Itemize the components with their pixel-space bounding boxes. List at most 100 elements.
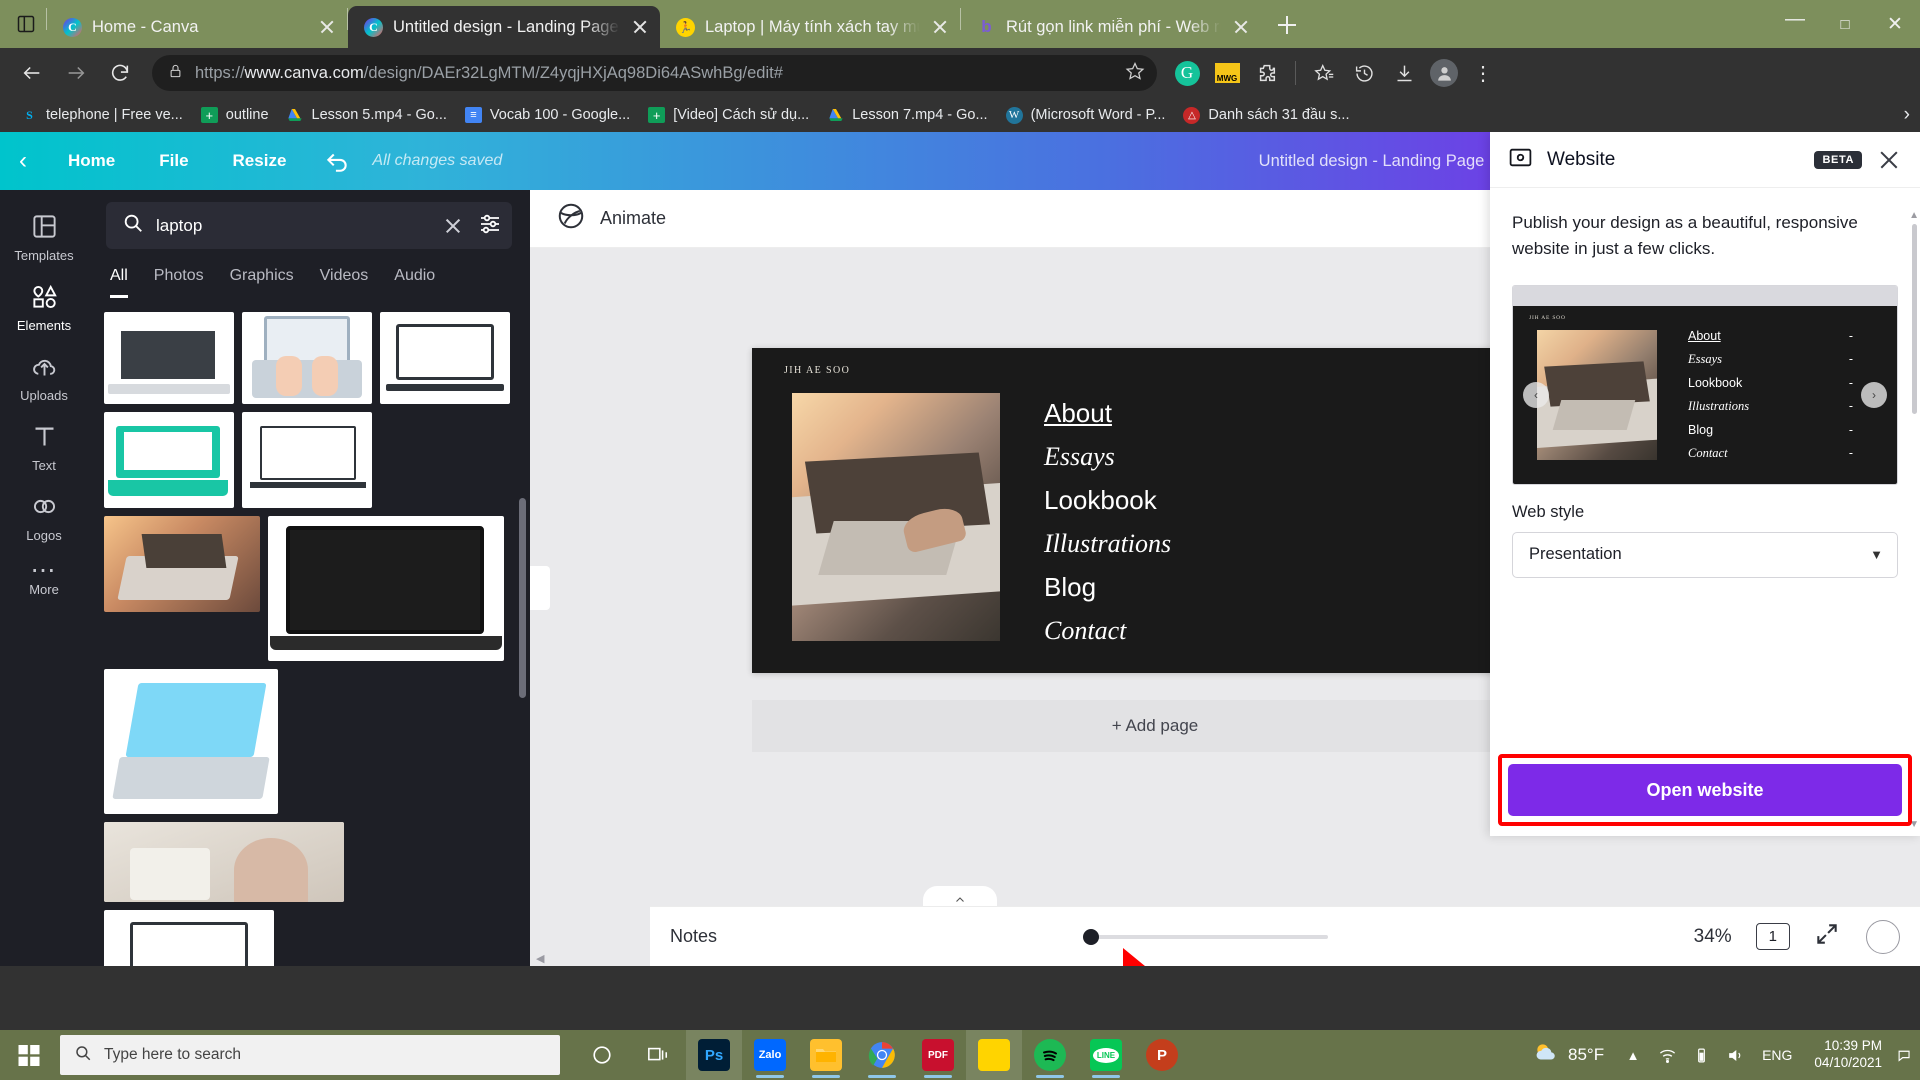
star-icon[interactable] xyxy=(1125,61,1145,86)
sidebar-item-elements[interactable]: Elements xyxy=(0,272,88,342)
cortana-icon[interactable] xyxy=(574,1030,630,1080)
bookmark-item[interactable]: S telephone | Free ve... xyxy=(12,104,192,127)
document-name[interactable]: Untitled design - Landing Page xyxy=(1259,152,1507,171)
bookmark-item[interactable]: ≡ Vocab 100 - Google... xyxy=(456,104,639,126)
tab-graphics[interactable]: Graphics xyxy=(230,267,294,298)
sidebar-item-more[interactable]: ⋯ More xyxy=(0,552,88,606)
result-thumbnail[interactable] xyxy=(242,412,372,508)
taskbar-app-sticky-notes[interactable] xyxy=(966,1030,1022,1080)
tab-photos[interactable]: Photos xyxy=(154,267,204,298)
animate-label[interactable]: Animate xyxy=(600,208,666,229)
zoom-slider-knob[interactable] xyxy=(1083,929,1099,945)
history-icon[interactable] xyxy=(1346,55,1382,91)
download-icon[interactable] xyxy=(1386,55,1422,91)
result-thumbnail[interactable] xyxy=(104,516,260,612)
address-bar[interactable]: https://www.canva.com/design/DAEr32LgMTM… xyxy=(152,55,1157,91)
page-count[interactable]: 1 xyxy=(1756,923,1790,950)
help-button[interactable]: question-mark-icon xyxy=(1866,920,1900,954)
notification-icon[interactable] xyxy=(1894,1030,1916,1080)
tab-close-icon[interactable] xyxy=(930,17,950,37)
bookmark-item[interactable]: Lesson 5.mp4 - Go... xyxy=(278,104,456,127)
fullscreen-icon[interactable] xyxy=(1814,921,1840,952)
close-window-button[interactable]: ✕ xyxy=(1870,0,1920,48)
mwg-extension-icon[interactable]: MWG xyxy=(1209,55,1245,91)
language-indicator[interactable]: ENG xyxy=(1752,1030,1802,1080)
file-menu-item[interactable]: File xyxy=(137,151,210,171)
zoom-slider-track[interactable] xyxy=(1083,935,1328,939)
weather-widget[interactable]: 85°F xyxy=(1521,1030,1616,1080)
result-thumbnail[interactable] xyxy=(268,516,504,661)
volume-icon[interactable] xyxy=(1718,1030,1752,1080)
sidebar-item-logos[interactable]: Logos xyxy=(0,482,88,552)
bookmarks-overflow-icon[interactable]: › xyxy=(1904,104,1910,126)
taskbar-app-photoshop[interactable]: Ps xyxy=(686,1030,742,1080)
chevron-left-icon[interactable]: ‹ xyxy=(0,147,46,175)
notes-expand-handle[interactable] xyxy=(923,886,997,906)
tray-expand-icon[interactable]: ▲ xyxy=(1616,1030,1650,1080)
resize-menu-item[interactable]: Resize xyxy=(211,151,309,171)
result-thumbnail[interactable] xyxy=(104,312,234,404)
sidebar-item-templates[interactable]: Templates xyxy=(0,202,88,272)
bookmark-item[interactable]: + outline xyxy=(192,104,278,126)
preview-next-button[interactable]: › xyxy=(1861,382,1887,408)
tab-videos[interactable]: Videos xyxy=(320,267,369,298)
taskbar-app-pdf[interactable]: PDF xyxy=(910,1030,966,1080)
close-icon[interactable] xyxy=(1876,147,1902,173)
taskbar-app-line[interactable]: LINE xyxy=(1078,1030,1134,1080)
tab-search-icon[interactable] xyxy=(6,0,46,48)
tab-close-icon[interactable] xyxy=(630,17,650,37)
tab-audio[interactable]: Audio xyxy=(394,267,435,298)
sidebar-item-text[interactable]: Text xyxy=(0,412,88,482)
website-panel-scrollbar[interactable] xyxy=(1912,224,1917,414)
search-input[interactable] xyxy=(156,216,428,236)
tab-close-icon[interactable] xyxy=(317,17,337,37)
notes-button[interactable]: Notes xyxy=(670,926,717,947)
add-page-button[interactable]: + Add page xyxy=(752,700,1558,752)
reload-icon[interactable] xyxy=(100,53,140,93)
clear-search-icon[interactable] xyxy=(440,213,466,239)
taskbar-search[interactable]: Type here to search xyxy=(60,1035,560,1075)
minimize-button[interactable]: — xyxy=(1770,0,1820,48)
browser-menu-icon[interactable]: ⋮ xyxy=(1466,61,1502,86)
website-preview[interactable]: JIH AE SOO About - xyxy=(1512,285,1898,485)
result-thumbnail[interactable] xyxy=(104,822,344,902)
result-thumbnail[interactable] xyxy=(104,669,278,814)
puzzle-extension-icon[interactable] xyxy=(1249,55,1285,91)
open-website-button[interactable]: Open website xyxy=(1508,764,1902,816)
browser-tab-2[interactable]: 🏃 Laptop | Máy tính xách tay mùa t xyxy=(660,6,960,48)
undo-icon[interactable] xyxy=(308,148,366,174)
preview-prev-button[interactable]: ‹ xyxy=(1523,382,1549,408)
bookmark-item[interactable]: Lesson 7.mp4 - Go... xyxy=(818,104,996,127)
result-thumbnail[interactable] xyxy=(380,312,510,404)
tab-close-icon[interactable] xyxy=(1231,17,1251,37)
result-thumbnail[interactable] xyxy=(104,910,274,966)
collections-icon[interactable] xyxy=(1306,55,1342,91)
wifi-icon[interactable] xyxy=(1650,1030,1684,1080)
new-tab-button[interactable] xyxy=(1267,5,1307,45)
sidebar-item-uploads[interactable]: Uploads xyxy=(0,342,88,412)
maximize-button[interactable]: □ xyxy=(1820,0,1870,48)
taskbar-app-zalo[interactable]: Zalo xyxy=(742,1030,798,1080)
grammarly-extension-icon[interactable]: G xyxy=(1169,55,1205,91)
search-box[interactable] xyxy=(106,202,512,249)
scroll-up-arrow[interactable]: ▲ xyxy=(1909,210,1919,221)
taskbar-app-spotify[interactable] xyxy=(1022,1030,1078,1080)
filter-icon[interactable] xyxy=(478,211,502,240)
browser-tab-3[interactable]: b Rút gọn link miễn phí - Web rút g xyxy=(961,6,1261,48)
bookmark-item[interactable]: + [Video] Cách sử dụ... xyxy=(639,104,818,126)
task-view-icon[interactable] xyxy=(630,1030,686,1080)
home-menu-item[interactable]: Home xyxy=(46,151,137,171)
tab-all[interactable]: All xyxy=(110,267,128,298)
result-thumbnail[interactable] xyxy=(104,412,234,508)
back-arrow-icon[interactable] xyxy=(12,53,52,93)
zoom-slider[interactable] xyxy=(717,935,1694,939)
avatar[interactable] xyxy=(1426,55,1462,91)
bookmark-item[interactable]: △ Danh sách 31 đầu s... xyxy=(1174,104,1358,127)
zoom-level[interactable]: 34% xyxy=(1694,926,1732,948)
collapse-panel-handle[interactable]: chevron-left-icon xyxy=(530,566,550,610)
battery-icon[interactable] xyxy=(1684,1030,1718,1080)
taskbar-app-chrome[interactable] xyxy=(854,1030,910,1080)
taskbar-app-file-explorer[interactable] xyxy=(798,1030,854,1080)
taskbar-clock[interactable]: 10:39 PM 04/10/2021 xyxy=(1802,1030,1894,1080)
browser-tab-0[interactable]: C Home - Canva xyxy=(47,6,347,48)
